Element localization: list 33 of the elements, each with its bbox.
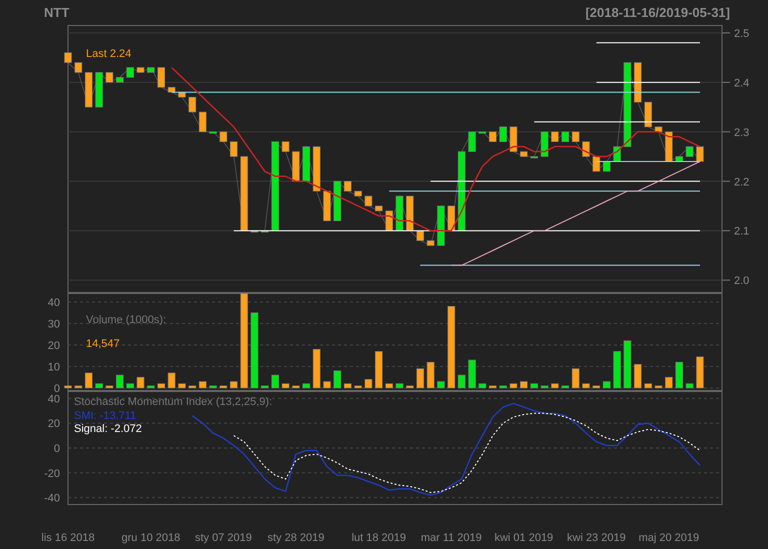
axis-label: sty 28 2019 <box>267 532 324 544</box>
axis-label: 40 <box>48 393 60 406</box>
axis-label: 2.1 <box>734 226 750 238</box>
last-price-label: Last 2.24 <box>86 48 132 60</box>
axis-label: mar 11 2019 <box>420 532 482 544</box>
axis-label: lut 18 2019 <box>352 532 406 544</box>
volume-value: 14,547 <box>86 338 120 350</box>
axis-label: 10 <box>48 362 60 374</box>
axis-label: 2.4 <box>734 77 750 90</box>
axis-label: 30 <box>48 318 60 331</box>
axis-label: -40 <box>44 492 60 505</box>
axis-label: 20 <box>48 418 60 430</box>
volume-legend: Volume (1000s): <box>86 314 166 326</box>
axis-label: lis 16 2018 <box>41 532 95 544</box>
smi-value: SMI: -13.711 <box>74 410 136 422</box>
chart-title: NTT <box>44 5 70 20</box>
momentum-legend: Stochastic Momentum Index (13,2,25,9): <box>74 396 272 408</box>
axis-label: kwi 23 2019 <box>567 532 626 544</box>
axis-label: 2.5 <box>734 28 750 40</box>
axis-label: gru 10 2018 <box>122 532 180 544</box>
axis-label: 2.0 <box>734 275 750 288</box>
axis-label: maj 20 2019 <box>638 532 700 544</box>
axis-label: 0 <box>54 443 60 455</box>
axis-label: 40 <box>48 297 60 310</box>
axis-label: 0 <box>54 383 60 395</box>
signal-value: Signal: -2.072 <box>74 423 142 435</box>
date-range: [2018-11-16/2019-05-31] <box>585 5 730 20</box>
axis-label: 20 <box>48 340 60 352</box>
axis-label: -20 <box>44 468 60 480</box>
axis-label: sty 07 2019 <box>194 532 252 544</box>
axis-label: 2.3 <box>734 126 750 139</box>
axis-label: kwi 01 2019 <box>494 532 554 544</box>
axis-label: 2.2 <box>734 176 750 188</box>
